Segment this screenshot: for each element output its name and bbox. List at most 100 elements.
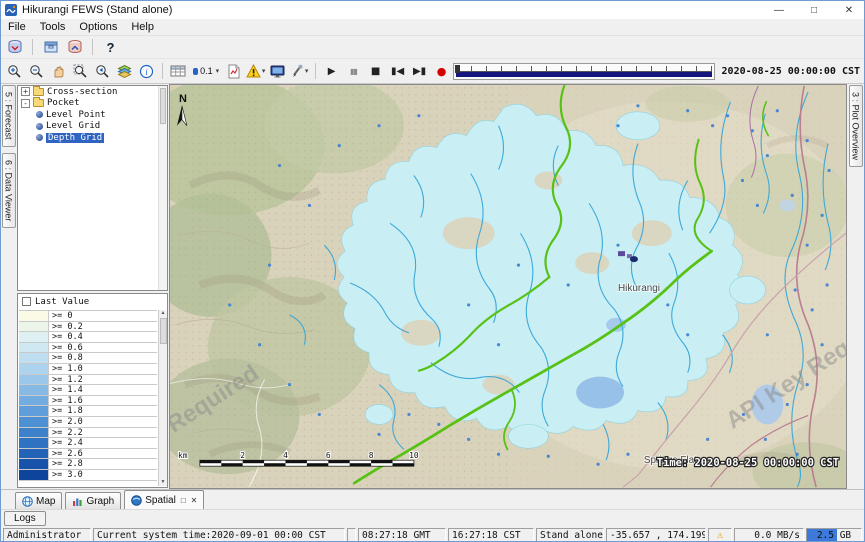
time-slider-handle[interactable]	[455, 65, 460, 73]
app-window: Hikurangi FEWS (Stand alone) — □ ✕ File …	[0, 0, 865, 542]
animation-display-icon[interactable]	[267, 61, 288, 81]
legend-swatch	[19, 322, 49, 332]
legend-swatch	[19, 449, 49, 459]
right-tab-strip: 3 : Plot Overview	[847, 84, 864, 489]
tree-item-level-point[interactable]: Level Point	[18, 109, 167, 121]
legend-swatch	[19, 396, 49, 406]
tab-data-viewer[interactable]: 6 : Data Viewer	[2, 153, 16, 228]
chevron-down-icon[interactable]: ▾	[262, 67, 266, 75]
map-time-label: Time: 2020-08-25 00:00:00 CST	[657, 457, 839, 469]
legend-scrollbar[interactable]: ▲ ▼	[158, 310, 167, 486]
expander-icon[interactable]: -	[21, 99, 30, 108]
tab-plot-overview[interactable]: 3 : Plot Overview	[849, 85, 863, 167]
contour-threshold-control[interactable]: 0.1 ▾	[190, 61, 222, 81]
chevron-down-icon[interactable]: ▾	[305, 67, 309, 75]
status-warning-icon[interactable]: ⚠	[708, 528, 732, 542]
legend-swatch	[19, 375, 49, 385]
zoom-out-icon[interactable]	[26, 61, 47, 81]
close-button[interactable]: ✕	[834, 2, 864, 19]
menu-file[interactable]: File	[1, 20, 33, 34]
scale-tick: 6	[326, 451, 331, 460]
layers-icon[interactable]	[114, 61, 135, 81]
zoom-in-icon[interactable]	[4, 61, 25, 81]
status-bar: Administrator Current system time:2020-0…	[1, 527, 864, 542]
scroll-up-icon[interactable]: ▲	[161, 310, 166, 317]
scrollbar-thumb[interactable]	[160, 88, 166, 124]
info-icon[interactable]: i	[136, 61, 157, 81]
logs-button[interactable]: Logs	[4, 511, 46, 526]
grid-display-icon[interactable]	[168, 61, 189, 81]
tree-item-depth-grid[interactable]: Depth Grid	[18, 132, 167, 144]
legend-row: >= 2.4	[19, 438, 157, 449]
folder-icon	[33, 99, 44, 107]
bar-chart-icon	[72, 496, 83, 507]
map-viewport[interactable]: Hikurangi Springs Flat API Key Required …	[169, 84, 847, 489]
layer-tree: + Cross-section - Pocket Level Point Lev…	[17, 85, 168, 291]
zoom-extent-icon[interactable]	[70, 61, 91, 81]
legend-label: >= 1.2	[49, 375, 157, 385]
tab-spatial[interactable]: Spatial □ ✕	[124, 490, 204, 509]
tree-item-label: Cross-section	[47, 87, 117, 97]
scale-tick: 2	[240, 451, 245, 460]
legend-row: >= 1.2	[19, 375, 157, 386]
tree-item-level-grid[interactable]: Level Grid	[18, 121, 167, 133]
time-slider[interactable]	[453, 63, 714, 80]
town-label: Hikurangi	[618, 283, 660, 294]
legend-row: >= 2.6	[19, 449, 157, 460]
legend-label: >= 2.2	[49, 428, 157, 438]
step-forward-button[interactable]: ▶▮	[409, 61, 430, 81]
map-canvas[interactable]: Hikurangi Springs Flat API Key Required …	[170, 85, 846, 488]
database-icon[interactable]	[4, 37, 25, 57]
memory-label: 2.5 GB	[817, 530, 851, 541]
warning-layer-icon[interactable]: ▾	[245, 61, 266, 81]
tab-forecast[interactable]: 5 : Forecast	[2, 85, 16, 147]
legend-swatch	[19, 406, 49, 416]
stop-button[interactable]: ■	[365, 61, 386, 81]
legend-swatch	[19, 459, 49, 469]
help-icon[interactable]: ?	[100, 37, 121, 57]
record-button[interactable]: ●	[431, 61, 452, 81]
scale-unit-label: km	[178, 451, 188, 460]
legend-label: >= 1.6	[49, 396, 157, 406]
profile-document-icon[interactable]	[223, 61, 244, 81]
tab-graph[interactable]: Graph	[65, 492, 121, 509]
threshold-value: 0.1	[200, 66, 213, 76]
legend-swatch	[19, 385, 49, 395]
chevron-down-icon[interactable]: ▾	[216, 67, 220, 75]
scrollbar-thumb[interactable]	[160, 318, 167, 344]
legend-swatch	[19, 353, 49, 363]
tree-scrollbar[interactable]	[158, 86, 167, 290]
legend-label: >= 2.8	[49, 459, 157, 469]
archive-icon[interactable]	[40, 37, 61, 57]
tree-item-cross-section[interactable]: + Cross-section	[18, 86, 167, 98]
legend-row: >= 0	[19, 311, 157, 322]
maximize-button[interactable]: □	[799, 2, 829, 19]
legend-row: >= 0.2	[19, 322, 157, 333]
menu-help[interactable]: Help	[124, 20, 161, 34]
panel-close-button[interactable]: ✕	[191, 496, 198, 505]
menu-tools[interactable]: Tools	[33, 20, 73, 34]
play-button[interactable]: ▶	[321, 61, 342, 81]
legend-label: >= 0.2	[49, 322, 157, 332]
legend-panel: Last Value >= 0 >= 0.2 >= 0.4 >= 0.6 >= …	[17, 293, 168, 488]
tab-map[interactable]: Map	[15, 492, 62, 509]
tab-spatial-label: Spatial	[145, 495, 176, 506]
last-value-checkbox[interactable]	[22, 297, 31, 306]
legend-label: >= 0.8	[49, 353, 157, 363]
panel-maximize-button[interactable]: □	[181, 496, 186, 505]
tree-item-pocket[interactable]: - Pocket	[18, 98, 167, 110]
dropper-tool-icon[interactable]: ▾	[289, 61, 310, 81]
export-icon[interactable]	[64, 37, 85, 57]
menu-options[interactable]: Options	[72, 20, 124, 34]
expander-icon[interactable]: +	[21, 87, 30, 96]
legend-row: >= 2.0	[19, 417, 157, 428]
legend-label: >= 1.4	[49, 385, 157, 395]
scroll-down-icon[interactable]: ▼	[161, 479, 166, 486]
step-back-button[interactable]: ▮◀	[387, 61, 408, 81]
pan-icon[interactable]	[48, 61, 69, 81]
legend-swatch	[19, 311, 49, 321]
minimize-button[interactable]: —	[764, 2, 794, 19]
main-area: 5 : Forecast 6 : Data Viewer + Cross-sec…	[1, 84, 864, 489]
pause-button[interactable]: ▮▮	[343, 61, 364, 81]
zoom-previous-icon[interactable]	[92, 61, 113, 81]
